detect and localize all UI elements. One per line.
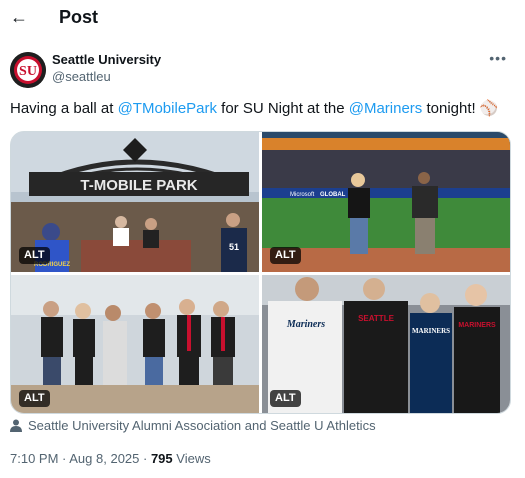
author-handle[interactable]: @seattleu <box>52 69 111 84</box>
photo-2[interactable]: Microsoft GLOBAL ALT <box>262 132 510 272</box>
photo-1[interactable]: T-MOBILE PARK RODRIGUEZ 51 ALT <box>11 132 259 272</box>
su-logo-icon: SU <box>10 52 46 88</box>
board-text: GLOBAL <box>320 192 346 198</box>
photo-4[interactable]: Mariners SEATTLE MARINERS MARINERS ALT <box>262 275 510 413</box>
more-horizontal-icon[interactable]: ••• <box>489 50 507 66</box>
avatar[interactable]: SU <box>10 52 46 88</box>
post-header: ← Post <box>0 0 525 36</box>
baseball-emoji: ⚾ <box>479 100 499 117</box>
jersey-text: MARINERS <box>458 322 496 329</box>
person-icon <box>10 419 24 435</box>
meta-separator: · <box>58 451 70 466</box>
alt-badge[interactable]: ALT <box>270 247 301 264</box>
post-text: Having a ball at @TMobilePark for SU Nig… <box>10 99 515 119</box>
views-count: 795 <box>150 451 173 466</box>
sign-text: T-MOBILE PARK <box>80 177 197 194</box>
post-author: SU Seattle University @seattleu ••• <box>10 48 515 90</box>
svg-text:MARINERS: MARINERS <box>412 327 450 335</box>
page-title: Post <box>59 7 99 27</box>
tagged-label: Seattle University Alumni Association an… <box>28 418 376 433</box>
tagged-accounts[interactable]: Seattle University Alumni Association an… <box>10 418 376 435</box>
alt-badge[interactable]: ALT <box>19 390 50 407</box>
mention-mariners[interactable]: @Mariners <box>349 100 423 117</box>
svg-text:51: 51 <box>229 242 239 252</box>
post-time[interactable]: 7:10 PM <box>10 451 58 466</box>
post-meta: 7:10 PM · Aug 8, 2025 · 795 Views <box>10 451 211 466</box>
post-text-segment: for SU Night at the <box>217 100 349 117</box>
jersey-text: SEATTLE <box>358 314 395 323</box>
media-grid: T-MOBILE PARK RODRIGUEZ 51 ALT Microsoft… <box>10 131 511 414</box>
board-text: Microsoft <box>290 192 315 198</box>
author-name[interactable]: Seattle University <box>52 52 161 67</box>
mention-tmobilepark[interactable]: @TMobilePark <box>118 100 217 117</box>
arrow-left-icon[interactable]: ← <box>10 6 30 28</box>
alt-badge[interactable]: ALT <box>270 390 301 407</box>
post-date[interactable]: Aug 8, 2025 <box>69 451 139 466</box>
post-text-segment: tonight! <box>422 100 480 117</box>
photo-3[interactable]: ALT <box>11 275 259 413</box>
views-label: Views <box>172 451 211 466</box>
meta-separator: · <box>139 451 151 466</box>
svg-text:SU: SU <box>19 64 37 79</box>
post-text-segment: Having a ball at <box>10 100 118 117</box>
alt-badge[interactable]: ALT <box>19 247 50 264</box>
jersey-text: Mariners <box>286 319 325 330</box>
